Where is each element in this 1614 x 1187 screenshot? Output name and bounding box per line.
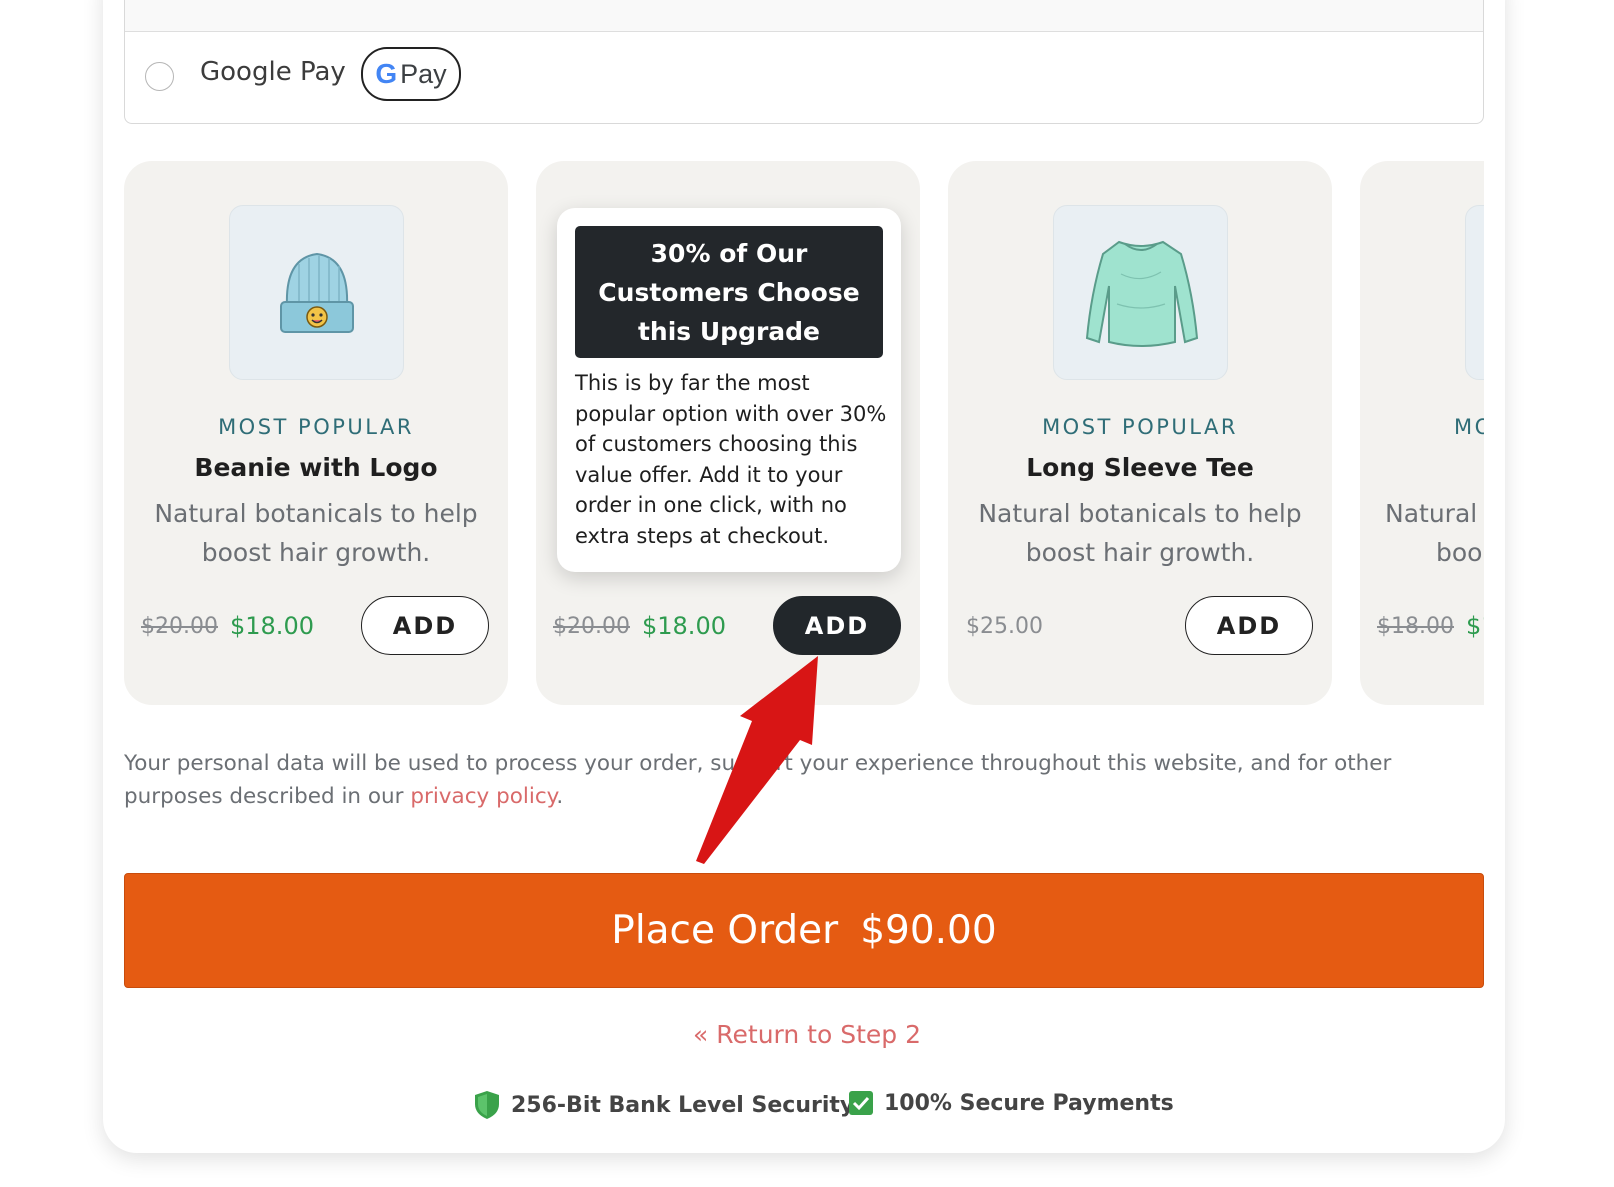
sale-price: $1 — [1466, 612, 1484, 640]
product-tag: MOST POPULAR — [218, 415, 414, 439]
tooltip-body: This is by far the most popular option w… — [575, 371, 887, 548]
original-price: $18.00 — [1377, 614, 1454, 639]
add-button-highlighted[interactable]: ADD — [773, 596, 901, 655]
place-order-button[interactable]: Place Order $90.00 — [124, 873, 1484, 988]
payment-method-previous — [125, 0, 1483, 32]
product-image — [1465, 205, 1484, 380]
privacy-end: . — [556, 784, 564, 809]
long-sleeve-tee-icon — [1085, 240, 1198, 347]
google-pay-logo: G Pay — [361, 47, 461, 101]
order-total: $90.00 — [860, 908, 997, 953]
beanie-icon — [279, 252, 354, 333]
add-button[interactable]: ADD — [361, 596, 489, 655]
return-to-step-2-link[interactable]: « Return to Step 2 — [0, 1020, 1614, 1049]
regular-price: $25.00 — [966, 614, 1043, 639]
security-badge: 256-Bit Bank Level Security — [473, 1090, 854, 1120]
upsell-card-long-sleeve-tee: MOST POPULAR Long Sleeve Tee Natural bot… — [948, 161, 1332, 705]
add-button[interactable]: ADD — [1185, 596, 1313, 655]
product-image — [229, 205, 404, 380]
google-pay-word: Pay — [400, 58, 447, 89]
product-description-line2: boo — [1436, 538, 1483, 567]
secure-payments-badge: 100% Secure Payments — [848, 1090, 1174, 1116]
tooltip-heading: 30% of Our Customers Choose this Upgrade — [575, 226, 883, 358]
privacy-text: Your personal data will be used to proce… — [124, 751, 1392, 809]
privacy-policy-link[interactable]: privacy policy — [410, 784, 556, 809]
product-tag: MO — [1454, 415, 1484, 439]
privacy-notice: Your personal data will be used to proce… — [124, 747, 1454, 813]
shield-icon — [475, 1091, 499, 1119]
upsell-card-partial: MO Natural boo $18.00 $1 — [1360, 161, 1484, 705]
upsell-card-beanie: MOST POPULAR Beanie with Logo Natural bo… — [124, 161, 508, 705]
product-description: Natural botanicals to help boost hair gr… — [154, 499, 478, 567]
product-tag: MOST POPULAR — [1042, 415, 1238, 439]
google-pay-radio[interactable] — [145, 62, 174, 91]
product-name: Long Sleeve Tee — [1026, 453, 1254, 482]
original-price: $20.00 — [553, 614, 630, 639]
place-order-label: Place Order — [611, 908, 839, 953]
upgrade-tooltip: 30% of Our Customers Choose this Upgrade… — [557, 208, 901, 572]
security-text: 256-Bit Bank Level Security — [511, 1092, 855, 1118]
sale-price: $18.00 — [230, 612, 314, 640]
original-price: $20.00 — [141, 614, 218, 639]
payment-methods-box: Google Pay G Pay — [124, 0, 1484, 124]
product-description: Natural botanicals to help boost hair gr… — [978, 499, 1302, 567]
google-g-icon: G — [375, 58, 398, 89]
product-image — [1053, 205, 1228, 380]
sale-price: $18.00 — [642, 612, 726, 640]
product-name: Beanie with Logo — [194, 453, 438, 482]
checkbox-check-icon — [849, 1091, 873, 1115]
google-pay-label: Google Pay — [200, 57, 346, 87]
product-description: Natural — [1385, 499, 1478, 528]
secure-payments-text: 100% Secure Payments — [884, 1090, 1174, 1116]
